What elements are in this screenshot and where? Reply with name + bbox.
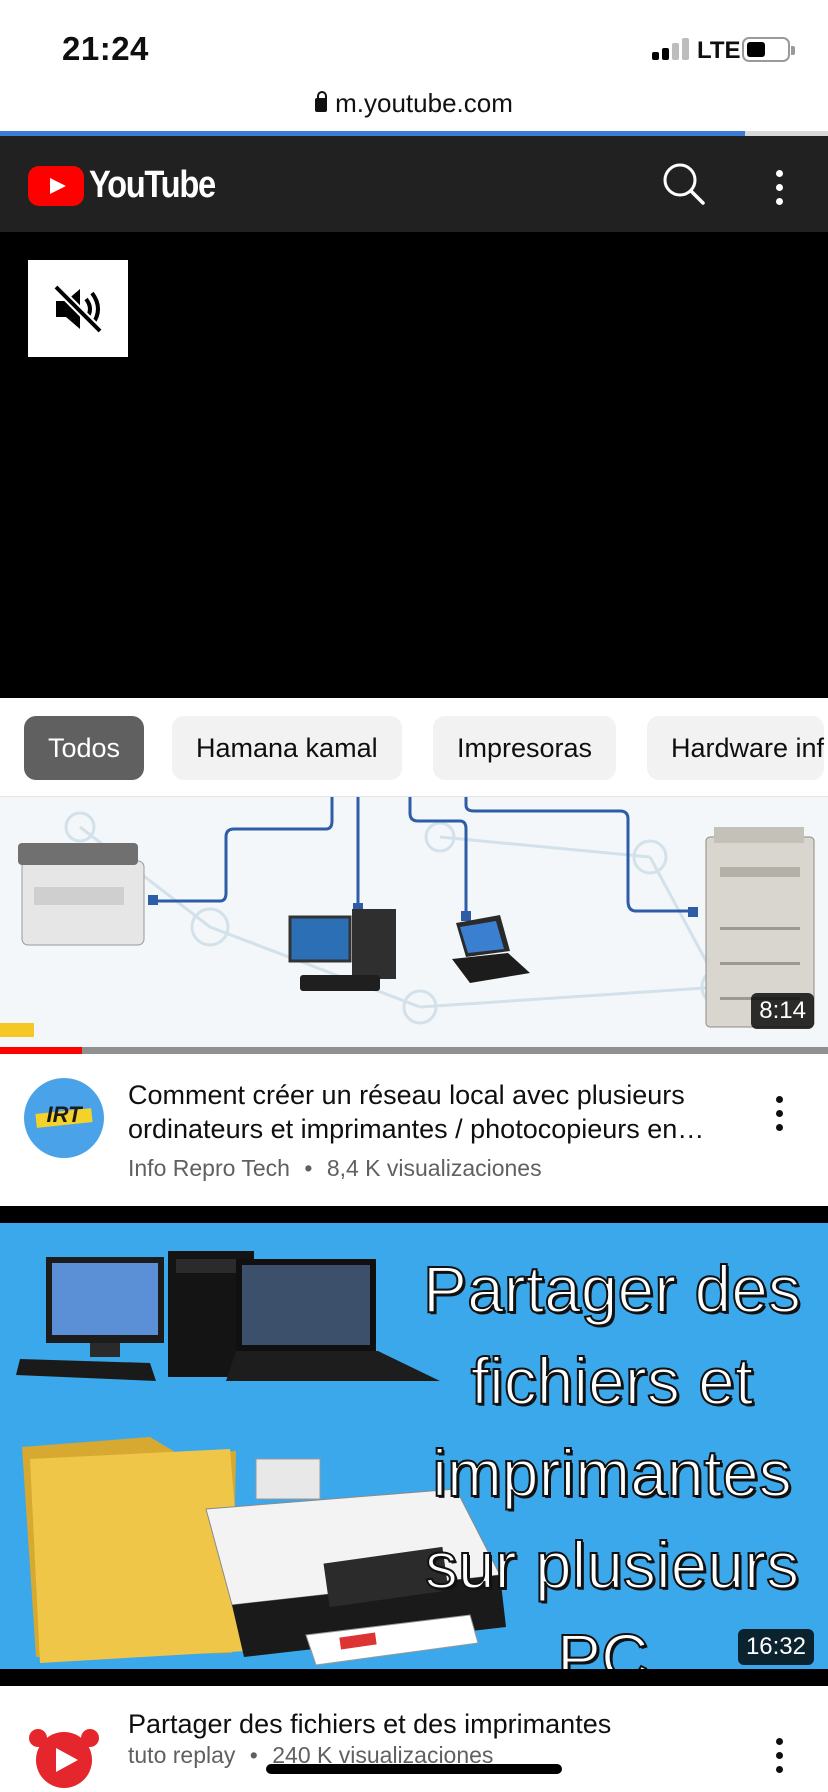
home-indicator[interactable] (266, 1764, 562, 1774)
dot-separator: • (249, 1742, 258, 1768)
video-menu-icon[interactable] (776, 1738, 784, 1780)
signal-strength-icon (652, 38, 692, 60)
network-type: LTE (697, 37, 741, 64)
youtube-logo[interactable]: YouTube (28, 164, 235, 207)
caption-line: fichiers et (470, 1343, 754, 1419)
caption-line: imprimantes (431, 1435, 792, 1511)
view-count: 8,4 K visualizaciones (326, 1155, 542, 1181)
battery-icon (742, 37, 795, 62)
video-title[interactable]: Partager des fichiers et des imprimantes (128, 1707, 728, 1741)
video-card-meta[interactable]: IRT Comment créer un réseau local avec p… (0, 1054, 828, 1204)
video-duration: 16:32 (737, 1629, 814, 1665)
chip-todos[interactable]: Todos (24, 716, 145, 780)
unmute-button[interactable] (28, 260, 128, 357)
video-thumbnail[interactable]: Partager des fichiers et imprimantes sur… (0, 1206, 828, 1686)
tuto-replay-logo-icon (29, 1729, 99, 1788)
video-card-meta[interactable]: Partager des fichiers et des imprimantes… (0, 1686, 828, 1792)
video-menu-icon[interactable] (776, 1096, 784, 1138)
video-player[interactable] (0, 232, 828, 698)
video-thumbnail[interactable]: 8:14 (0, 797, 828, 1047)
chip-impresoras[interactable]: Impresoras (433, 716, 617, 780)
chip-hamana-kamal[interactable]: Hamana kamal (172, 716, 402, 780)
channel-name[interactable]: tuto replay (128, 1742, 235, 1768)
avatar-text: IRT (46, 1102, 82, 1127)
caption-line: sur plusieurs (424, 1527, 800, 1603)
video-duration: 8:14 (751, 993, 814, 1029)
video-subline: Info Repro Tech • 8,4 K visualizaciones (128, 1155, 542, 1182)
video-title[interactable]: Comment créer un réseau local avec plusi… (128, 1078, 728, 1146)
channel-name[interactable]: Info Repro Tech (128, 1155, 290, 1181)
status-time: 21:24 (62, 30, 149, 67)
channel-avatar[interactable]: IRT (24, 1078, 104, 1158)
youtube-logo-text: YouTube (89, 164, 216, 206)
more-vert-icon[interactable] (776, 170, 784, 212)
lock-icon (315, 91, 328, 112)
chip-hardware[interactable]: Hardware inf (647, 716, 825, 780)
network-diagram-image (0, 797, 815, 1037)
filter-chips-bar: Todos Hamana kamal Impresoras Hardware i… (0, 698, 828, 797)
volume-muted-icon (53, 283, 103, 334)
dot-separator: • (304, 1155, 313, 1181)
url-text: m.youtube.com (335, 88, 513, 118)
search-icon[interactable] (660, 160, 708, 208)
status-bar: 21:24 LTE (0, 0, 828, 96)
caption-line: Partager des (422, 1251, 802, 1327)
youtube-play-logo-icon (28, 165, 84, 206)
thumbnail-caption: Partager des fichiers et imprimantes sur… (402, 1243, 822, 1669)
url-bar[interactable]: m.youtube.com (0, 88, 828, 132)
channel-avatar[interactable] (24, 1710, 104, 1790)
watched-progress-bar (0, 1047, 828, 1054)
